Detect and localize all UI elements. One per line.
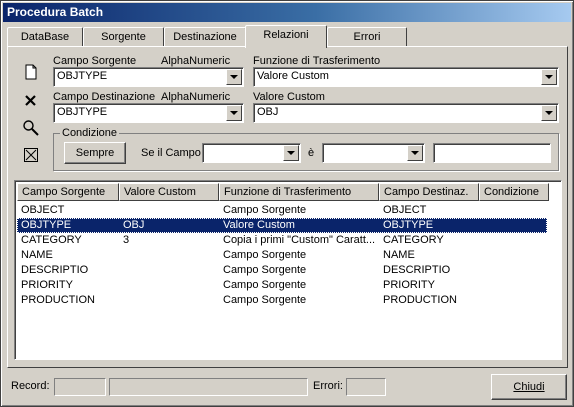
table-cell: PRODUCTION <box>383 294 457 306</box>
table-row[interactable]: PRIORITY Campo Sorgente PRIORITY <box>17 278 547 293</box>
table-cell: Campo Sorgente <box>223 204 307 216</box>
always-button[interactable]: Sempre <box>64 142 126 164</box>
column-header-transfer-function[interactable]: Funzione di Trasferimento <box>219 183 379 201</box>
table-cell: Campo Sorgente <box>223 294 307 306</box>
table-cell: CATEGORY <box>383 234 444 246</box>
column-header-condition[interactable]: Condizione <box>479 183 549 201</box>
table-cell: Valore Custom <box>223 219 295 231</box>
close-button[interactable]: Chiudi <box>491 374 567 400</box>
table-row[interactable]: OBJECT Campo Sorgente OBJECT <box>17 203 547 218</box>
compare-value-input[interactable] <box>433 143 551 163</box>
table-row[interactable]: DESCRIPTIO Campo Sorgente DESCRIPTIO <box>17 263 547 278</box>
transfer-function-label: Funzione di Trasferimento <box>253 55 381 67</box>
table-cell: NAME <box>383 249 415 261</box>
dest-field-label: Campo Destinazione <box>53 91 156 103</box>
chevron-down-icon[interactable] <box>226 69 242 85</box>
dest-field-select[interactable]: OBJTYPE <box>53 103 244 123</box>
table-cell: OBJECT <box>21 204 65 216</box>
errors-label: Errori: <box>313 380 343 392</box>
chevron-down-icon[interactable] <box>541 69 557 85</box>
table-cell: DESCRIPTIO <box>21 264 89 276</box>
table-cell: OBJTYPE <box>21 219 72 231</box>
tab-destinazione[interactable]: Destinazione <box>164 27 246 47</box>
table-cell: NAME <box>21 249 53 261</box>
errors-value <box>346 378 386 396</box>
chevron-down-icon[interactable] <box>283 145 299 161</box>
table-cell: DESCRIPTIO <box>383 264 451 276</box>
chevron-down-icon[interactable] <box>541 105 557 121</box>
table-cell: Campo Sorgente <box>223 264 307 276</box>
delete-x-icon[interactable] <box>23 93 39 109</box>
table-cell: CATEGORY <box>21 234 82 246</box>
record-label: Record: <box>11 380 50 392</box>
box-x-icon[interactable] <box>23 147 39 163</box>
chevron-down-icon[interactable] <box>407 145 423 161</box>
is-label: è <box>308 147 315 159</box>
table-cell: Copia i primi "Custom" Caratt... <box>223 234 376 246</box>
table-row[interactable]: CATEGORY 3 Copia i primi "Custom" Caratt… <box>17 233 547 248</box>
record-value <box>54 378 106 396</box>
tab-database[interactable]: DataBase <box>7 27 83 47</box>
record-info <box>109 378 308 396</box>
tab-sorgente[interactable]: Sorgente <box>83 27 164 47</box>
dest-field-type: AlphaNumeric <box>161 91 231 103</box>
column-header-custom-value[interactable]: Valore Custom <box>119 183 219 201</box>
column-header-source-field[interactable]: Campo Sorgente <box>17 183 119 201</box>
condition-group-label: Condizione <box>60 127 120 139</box>
relations-table[interactable]: Campo Sorgente Valore Custom Funzione di… <box>14 180 562 360</box>
tab-relazioni[interactable]: Relazioni <box>245 25 327 48</box>
table-cell: OBJTYPE <box>383 219 434 231</box>
table-row[interactable]: NAME Campo Sorgente NAME <box>17 248 547 263</box>
table-cell: 3 <box>123 234 130 246</box>
table-cell: OBJECT <box>383 204 427 216</box>
table-cell: Campo Sorgente <box>223 249 307 261</box>
transfer-function-select[interactable]: Valore Custom <box>253 67 559 87</box>
if-field-label: Se il Campo <box>141 147 201 159</box>
source-field-label: Campo Sorgente <box>53 55 137 67</box>
table-cell: PRIORITY <box>21 279 73 291</box>
table-row-selected[interactable]: OBJTYPE OBJ Valore Custom OBJTYPE <box>17 218 547 233</box>
operator-select[interactable] <box>322 143 425 163</box>
source-field-type: AlphaNumeric <box>161 55 231 67</box>
custom-value-label: Valore Custom <box>253 91 325 103</box>
new-document-icon[interactable] <box>23 64 39 80</box>
batch-procedure-window: Procedura Batch DataBase Sorgente Destin… <box>0 0 574 407</box>
window-title: Procedura Batch <box>3 3 571 22</box>
custom-value-select[interactable]: OBJ <box>253 103 559 123</box>
column-header-dest-field[interactable]: Campo Destinaz. <box>379 183 479 201</box>
table-cell: PRIORITY <box>383 279 435 291</box>
source-field-select[interactable]: OBJTYPE <box>53 67 244 87</box>
table-cell: PRODUCTION <box>21 294 95 306</box>
table-cell: Campo Sorgente <box>223 279 307 291</box>
table-row[interactable]: PRODUCTION Campo Sorgente PRODUCTION <box>17 293 547 308</box>
table-cell: OBJ <box>123 219 145 231</box>
chevron-down-icon[interactable] <box>226 105 242 121</box>
if-field-select[interactable] <box>202 143 301 163</box>
magnifier-icon[interactable] <box>22 119 39 136</box>
tab-errori[interactable]: Errori <box>327 27 407 47</box>
status-bar: Record: Errori: Chiudi <box>1 371 573 406</box>
